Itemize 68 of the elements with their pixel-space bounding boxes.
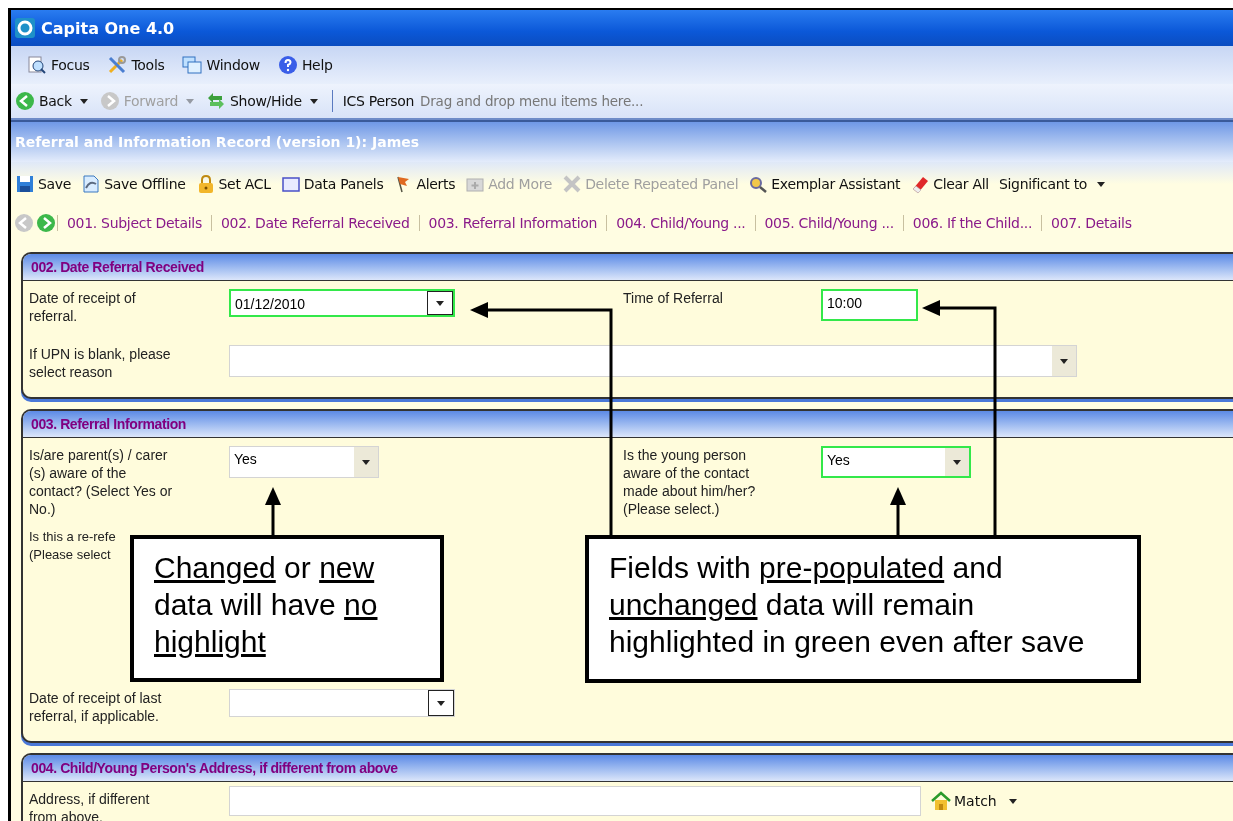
toolbar-button[interactable]: Clear All — [908, 174, 991, 194]
field-label: Time of Referral — [623, 289, 724, 307]
caret-icon — [362, 459, 370, 465]
section-tab[interactable]: 007. Details — [1041, 215, 1141, 231]
toolbar-button[interactable]: Significant to — [996, 176, 1090, 192]
cross-icon — [562, 174, 583, 194]
caret-icon — [1060, 358, 1068, 364]
toolbar-button[interactable]: Show/Hide — [204, 91, 304, 111]
toolbar-button[interactable]: Save — [13, 174, 74, 194]
field-label: Is/are parent(s) / carer (s) aware of the contact? (Select Yes or No.) — [29, 446, 174, 518]
menu-item[interactable]: Window — [180, 55, 262, 75]
toolbar-button[interactable]: Save Offline — [79, 174, 188, 194]
caret-icon — [186, 98, 194, 104]
dropdown-field[interactable] — [229, 345, 1077, 377]
next-section-button[interactable] — [35, 213, 57, 233]
section-tab[interactable]: 003. Referral Information — [418, 215, 607, 231]
toolbar-button[interactable]: Data Panels — [278, 174, 386, 194]
date-field[interactable]: 01/12/2010 — [229, 289, 455, 317]
menu-item[interactable]: Tools — [105, 55, 167, 75]
window-title: Capita One 4.0 — [41, 18, 175, 38]
toolbar-button[interactable]: Set ACL — [193, 174, 273, 194]
person-button[interactable]: ICS Person — [340, 93, 416, 109]
windows-icon — [182, 55, 203, 75]
panel-title: 002. Date Referral Received — [31, 259, 204, 275]
caret-icon — [309, 98, 318, 104]
callout-text: Changed or new data will have no highlight — [154, 550, 379, 660]
section-tab[interactable]: 004. Child/Young ... — [606, 215, 755, 231]
app-logo-icon — [15, 18, 35, 38]
panel-title: 003. Referral Information — [31, 416, 186, 432]
wrench-screwdriver-icon — [107, 55, 128, 75]
eraser-icon — [910, 174, 931, 194]
menu-item[interactable]: Help — [275, 55, 335, 75]
address-field[interactable] — [229, 786, 921, 816]
section-tab[interactable]: 006. If the Child... — [902, 215, 1042, 231]
help-icon — [277, 55, 298, 75]
dropdown-field[interactable]: Yes — [821, 446, 971, 478]
toolbar-button[interactable]: Alerts — [391, 174, 458, 194]
section-tab[interactable]: 001. Subject Details — [57, 215, 211, 231]
field-label: If UPN is blank, please select reason — [29, 345, 172, 381]
field-label: Is this a re-refe (Please select — [29, 528, 117, 564]
field-label: Is the young person aware of the contact made about him/her? (Please select.) — [623, 446, 757, 518]
time-field[interactable]: 10:00 — [821, 289, 918, 321]
menu-item[interactable]: Focus — [25, 55, 92, 75]
field-label: Date of receipt of referral. — [29, 289, 137, 325]
caret-icon — [437, 700, 445, 706]
swap-arrows-icon — [206, 91, 226, 111]
panel-title: 004. Child/Young Person's Address, if different from above — [31, 760, 398, 776]
record-title: Referral and Information Record (version 1): James — [15, 134, 420, 150]
save-icon — [15, 174, 35, 194]
house-icon — [931, 791, 951, 811]
match-button[interactable]: Match — [931, 791, 997, 811]
toolbar-button[interactable]: Exemplar Assistant — [746, 174, 903, 194]
date-field[interactable] — [229, 689, 455, 717]
caret-icon — [953, 459, 961, 465]
toolbar-button[interactable]: Back — [13, 91, 74, 111]
section-tab[interactable]: 005. Child/Young ... — [754, 215, 903, 231]
magnifier-page-icon — [27, 55, 47, 75]
magnifier-icon — [748, 174, 769, 194]
caret-icon — [1097, 181, 1106, 187]
panel-icon — [280, 174, 301, 194]
dropdown-field[interactable]: Yes — [229, 446, 379, 478]
callout-text: Fields with pre-populated and unchanged data will remain highlighted in green even after save — [609, 550, 1086, 660]
caret-icon — [436, 300, 444, 306]
field-label: Date of receipt of last referral, if applicable. — [29, 689, 163, 725]
caret-icon — [79, 98, 88, 104]
caret-icon — [1008, 798, 1017, 804]
drop-hint: Drag and drop menu items here... — [420, 93, 644, 109]
section-tab[interactable]: 002. Date Referral Received — [210, 215, 419, 231]
